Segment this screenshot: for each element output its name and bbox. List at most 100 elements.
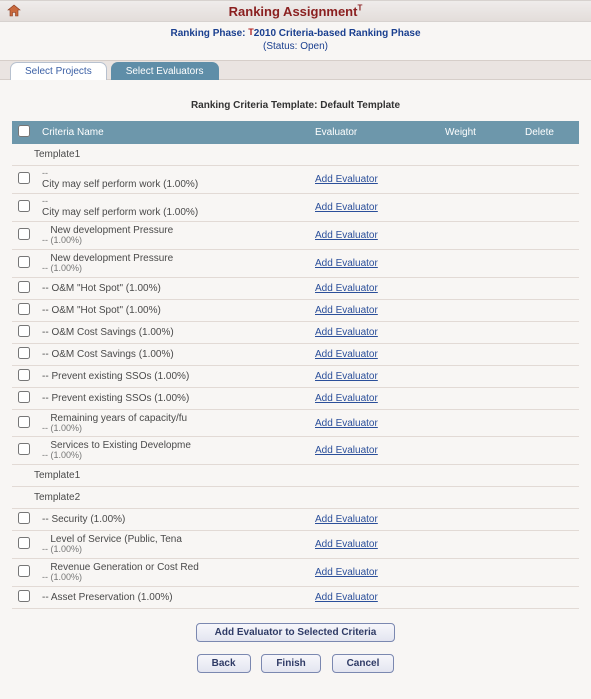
- weight-cell: [439, 249, 519, 277]
- row-checkbox-cell: [12, 277, 36, 299]
- table-row: Services to Existing Developme-- (1.00%)…: [12, 437, 579, 465]
- row-checkbox[interactable]: [18, 443, 30, 455]
- row-checkbox[interactable]: [18, 347, 30, 359]
- home-icon[interactable]: [6, 3, 22, 19]
- tab-select-projects[interactable]: Select Projects: [10, 62, 107, 80]
- add-evaluator-link[interactable]: Add Evaluator: [315, 202, 378, 213]
- row-checkbox[interactable]: [18, 416, 30, 428]
- header-checkbox-cell: [12, 121, 36, 144]
- criteria-name: -- Prevent existing SSOs (1.00%): [36, 365, 309, 387]
- criteria-table: Criteria Name Evaluator Weight Delete Te…: [12, 121, 579, 609]
- add-evaluator-link[interactable]: Add Evaluator: [315, 393, 378, 404]
- add-evaluator-link[interactable]: Add Evaluator: [315, 258, 378, 269]
- delete-cell: [519, 277, 579, 299]
- row-checkbox[interactable]: [18, 512, 30, 524]
- evaluator-cell: Add Evaluator: [309, 343, 439, 365]
- add-evaluator-link[interactable]: Add Evaluator: [315, 418, 378, 429]
- tab-select-evaluators[interactable]: Select Evaluators: [111, 62, 219, 80]
- delete-cell: [519, 166, 579, 194]
- table-row: Remaining years of capacity/fu-- (1.00%)…: [12, 409, 579, 437]
- weight-cell: [439, 321, 519, 343]
- criteria-name: Services to Existing Developme-- (1.00%): [36, 437, 309, 465]
- table-row: -- Security (1.00%)Add Evaluator: [12, 509, 579, 531]
- add-evaluator-link[interactable]: Add Evaluator: [315, 567, 378, 578]
- evaluator-cell: Add Evaluator: [309, 409, 439, 437]
- evaluator-cell: Add Evaluator: [309, 277, 439, 299]
- delete-cell: [519, 409, 579, 437]
- tabs-bar: Select Projects Select Evaluators: [0, 60, 591, 80]
- section-row: Template2: [12, 487, 579, 509]
- delete-cell: [519, 559, 579, 587]
- select-all-checkbox[interactable]: [18, 125, 30, 137]
- table-row: --City may self perform work (1.00%) Add …: [12, 166, 579, 194]
- cancel-button[interactable]: Cancel: [332, 654, 395, 673]
- row-checkbox-cell: [12, 166, 36, 194]
- add-evaluator-link[interactable]: Add Evaluator: [315, 174, 378, 185]
- weight-cell: [439, 277, 519, 299]
- row-checkbox-cell: [12, 387, 36, 409]
- criteria-name: -- Prevent existing SSOs (1.00%): [36, 387, 309, 409]
- criteria-name: -- O&M Cost Savings (1.00%): [36, 343, 309, 365]
- weight-cell: [439, 587, 519, 609]
- finish-button[interactable]: Finish: [261, 654, 320, 673]
- row-checkbox[interactable]: [18, 590, 30, 602]
- row-checkbox[interactable]: [18, 391, 30, 403]
- add-evaluator-link[interactable]: Add Evaluator: [315, 539, 378, 550]
- weight-cell: [439, 365, 519, 387]
- weight-cell: [439, 221, 519, 249]
- row-checkbox[interactable]: [18, 228, 30, 240]
- delete-cell: [519, 365, 579, 387]
- evaluator-cell: Add Evaluator: [309, 437, 439, 465]
- template-title: Ranking Criteria Template: Default Templ…: [12, 96, 579, 121]
- row-checkbox[interactable]: [18, 256, 30, 268]
- criteria-name: Remaining years of capacity/fu-- (1.00%): [36, 409, 309, 437]
- add-evaluator-link[interactable]: Add Evaluator: [315, 230, 378, 241]
- row-checkbox[interactable]: [18, 537, 30, 549]
- row-checkbox[interactable]: [18, 369, 30, 381]
- weight-cell: [439, 437, 519, 465]
- delete-cell: [519, 531, 579, 559]
- section-row: Template1: [12, 465, 579, 487]
- table-row: Revenue Generation or Cost Red-- (1.00%)…: [12, 559, 579, 587]
- row-checkbox[interactable]: [18, 281, 30, 293]
- evaluator-cell: Add Evaluator: [309, 321, 439, 343]
- criteria-name: Level of Service (Public, Tena-- (1.00%): [36, 531, 309, 559]
- row-checkbox-cell: [12, 343, 36, 365]
- add-evaluator-link[interactable]: Add Evaluator: [315, 327, 378, 338]
- table-row: --City may self perform work (1.00%) Add …: [12, 193, 579, 221]
- weight-cell: [439, 193, 519, 221]
- delete-cell: [519, 321, 579, 343]
- row-checkbox-cell: [12, 193, 36, 221]
- row-checkbox[interactable]: [18, 325, 30, 337]
- row-checkbox-cell: [12, 437, 36, 465]
- section-row: Template1: [12, 144, 579, 166]
- delete-cell: [519, 387, 579, 409]
- back-button[interactable]: Back: [197, 654, 251, 673]
- add-evaluator-link[interactable]: Add Evaluator: [315, 283, 378, 294]
- add-evaluator-link[interactable]: Add Evaluator: [315, 592, 378, 603]
- add-evaluator-link[interactable]: Add Evaluator: [315, 514, 378, 525]
- add-evaluator-link[interactable]: Add Evaluator: [315, 445, 378, 456]
- row-checkbox[interactable]: [18, 200, 30, 212]
- table-row: -- Asset Preservation (1.00%) Add Evaluat…: [12, 587, 579, 609]
- add-evaluator-link[interactable]: Add Evaluator: [315, 371, 378, 382]
- col-criteria: Criteria Name: [36, 121, 309, 144]
- criteria-name: --City may self perform work (1.00%): [36, 166, 309, 194]
- table-row: -- Prevent existing SSOs (1.00%) Add Eval…: [12, 365, 579, 387]
- evaluator-cell: Add Evaluator: [309, 249, 439, 277]
- criteria-name: --City may self perform work (1.00%): [36, 193, 309, 221]
- weight-cell: [439, 343, 519, 365]
- row-checkbox-cell: [12, 365, 36, 387]
- row-checkbox-cell: [12, 321, 36, 343]
- section-label: Template1: [12, 465, 579, 487]
- table-row: -- O&M "Hot Spot" (1.00%)Add Evaluator: [12, 277, 579, 299]
- add-evaluator-link[interactable]: Add Evaluator: [315, 305, 378, 316]
- row-checkbox[interactable]: [18, 172, 30, 184]
- row-checkbox[interactable]: [18, 303, 30, 315]
- add-evaluator-to-selected-button[interactable]: Add Evaluator to Selected Criteria: [196, 623, 396, 642]
- criteria-name: -- Asset Preservation (1.00%): [36, 587, 309, 609]
- row-checkbox[interactable]: [18, 565, 30, 577]
- evaluator-cell: Add Evaluator: [309, 221, 439, 249]
- add-evaluator-link[interactable]: Add Evaluator: [315, 349, 378, 360]
- criteria-name: -- O&M "Hot Spot" (1.00%): [36, 299, 309, 321]
